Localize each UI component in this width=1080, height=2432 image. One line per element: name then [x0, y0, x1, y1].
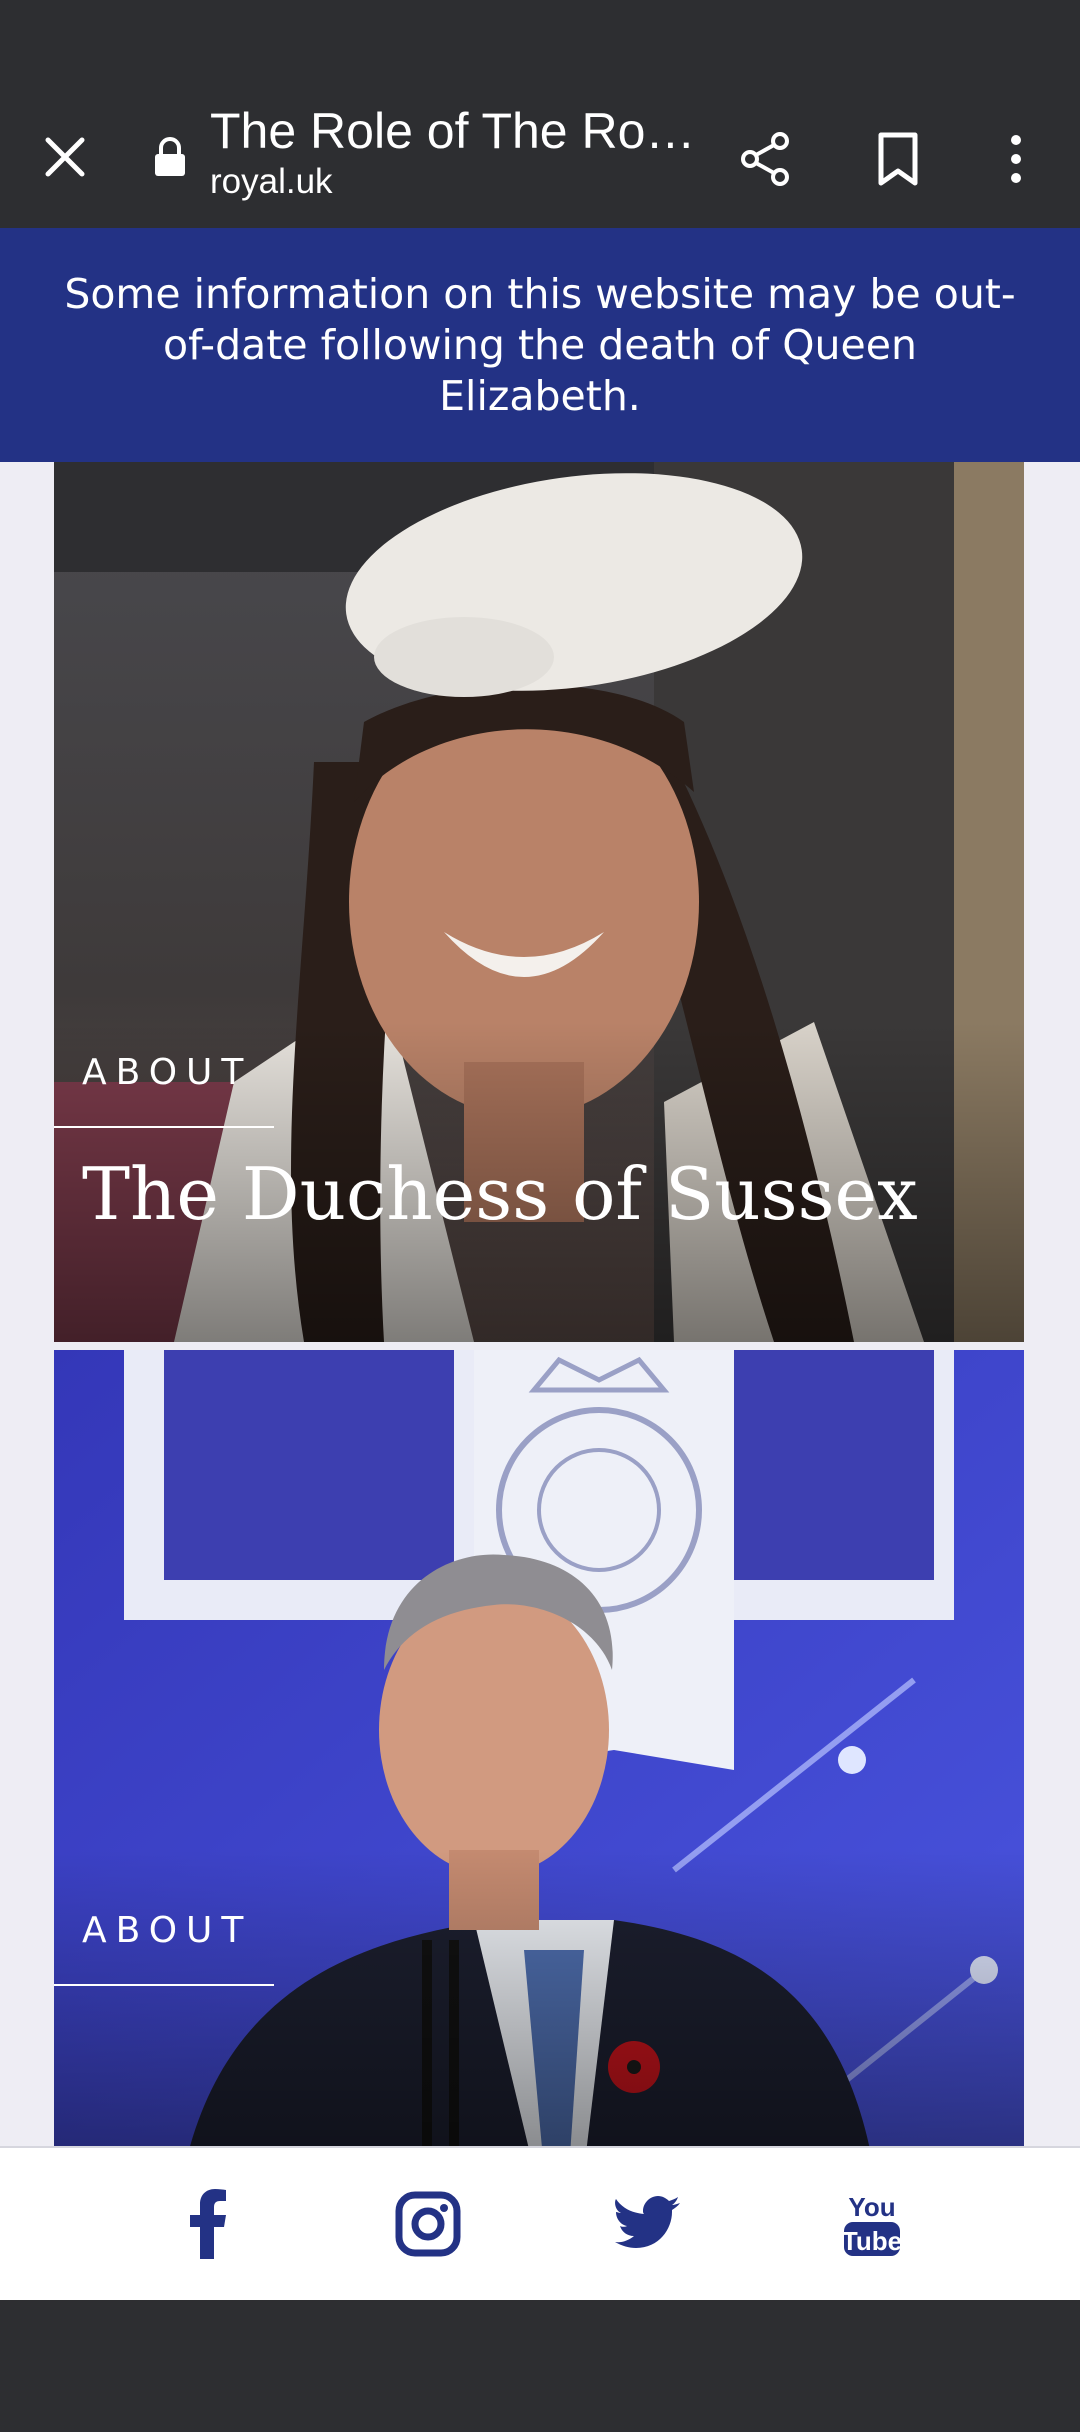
close-icon [45, 137, 85, 177]
card-divider [54, 1984, 274, 1986]
twitter-link[interactable] [610, 2186, 686, 2262]
card-gradient [54, 1850, 1024, 2146]
browser-toolbar: The Role of The Ro… royal.uk [0, 86, 1080, 228]
profile-card-duke[interactable]: ABOUT [54, 1350, 1024, 2146]
facebook-icon [190, 2189, 226, 2259]
instagram-link[interactable] [390, 2186, 466, 2262]
card-kicker: ABOUT [82, 1910, 253, 1951]
profile-card-duchess[interactable]: ABOUT The Duchess of Sussex [54, 462, 1024, 1342]
bookmark-button[interactable] [862, 116, 934, 202]
share-icon [741, 132, 789, 186]
card-divider [54, 1126, 274, 1128]
youtube-label-tube: Tube [842, 2226, 902, 2256]
page-content: ABOUT The Duchess of Sussex ABOUT [0, 462, 1080, 2146]
instagram-icon [395, 2191, 461, 2257]
close-button[interactable] [30, 122, 100, 192]
social-links-bar: You Tube [0, 2146, 1080, 2300]
lock-icon [152, 134, 188, 180]
page-domain: royal.uk [210, 162, 333, 201]
youtube-link[interactable]: You Tube [834, 2186, 910, 2262]
youtube-label-you: You [848, 2192, 895, 2222]
card-title: The Duchess of Sussex [82, 1152, 918, 1236]
status-bar [0, 0, 1080, 86]
facebook-link[interactable] [170, 2186, 246, 2262]
more-menu-button[interactable] [984, 116, 1048, 202]
url-bar[interactable]: The Role of The Ro… royal.uk [210, 100, 710, 202]
share-button[interactable] [730, 116, 802, 202]
notice-banner-text: Some information on this website may be … [64, 269, 1016, 420]
page-title: The Role of The Ro… [210, 103, 696, 159]
bookmark-icon [878, 132, 918, 186]
system-nav-bar [0, 2300, 1080, 2432]
card-kicker: ABOUT [82, 1052, 253, 1093]
notice-banner: Some information on this website may be … [0, 228, 1080, 462]
youtube-icon: You Tube [842, 2192, 902, 2256]
more-vert-icon [1011, 135, 1021, 183]
twitter-icon [615, 2196, 680, 2248]
